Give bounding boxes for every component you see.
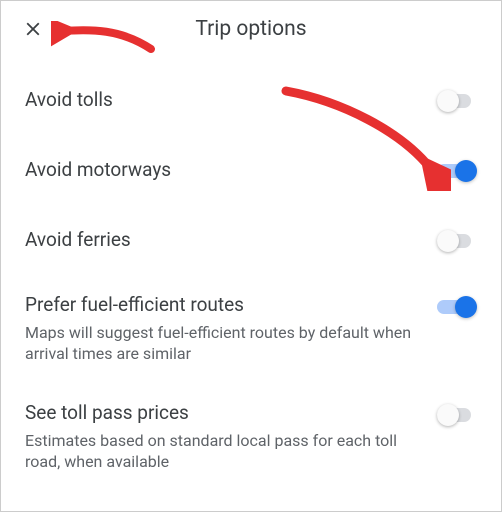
option-avoid-tolls[interactable]: Avoid tolls bbox=[1, 65, 501, 135]
option-text: Avoid tolls bbox=[25, 88, 437, 113]
switch-thumb bbox=[455, 296, 477, 318]
option-see-toll-pass-prices[interactable]: See toll pass prices Estimates based on … bbox=[1, 383, 501, 491]
switch-thumb bbox=[455, 160, 477, 182]
toggle-avoid-motorways[interactable] bbox=[437, 159, 477, 183]
option-prefer-fuel-efficient[interactable]: Prefer fuel-efficient routes Maps will s… bbox=[1, 275, 501, 383]
close-icon bbox=[22, 18, 44, 40]
option-label: Avoid tolls bbox=[25, 88, 413, 113]
option-text: Prefer fuel-efficient routes Maps will s… bbox=[25, 293, 437, 365]
option-description: Estimates based on standard local pass f… bbox=[25, 430, 413, 473]
header: Trip options bbox=[1, 1, 501, 57]
option-label: See toll pass prices bbox=[25, 401, 413, 426]
option-label: Avoid motorways bbox=[25, 158, 413, 183]
toggle-see-toll-pass-prices[interactable] bbox=[437, 403, 477, 427]
option-avoid-motorways[interactable]: Avoid motorways bbox=[1, 135, 501, 205]
option-text: Avoid ferries bbox=[25, 228, 437, 253]
option-text: Avoid motorways bbox=[25, 158, 437, 183]
close-button[interactable] bbox=[9, 5, 57, 53]
switch-thumb bbox=[437, 230, 459, 252]
toggle-avoid-tolls[interactable] bbox=[437, 89, 477, 113]
option-description: Maps will suggest fuel-efficient routes … bbox=[25, 322, 413, 365]
option-label: Avoid ferries bbox=[25, 228, 413, 253]
switch-thumb bbox=[437, 404, 459, 426]
page-title: Trip options bbox=[1, 17, 501, 41]
switch-thumb bbox=[437, 90, 459, 112]
options-list: Avoid tolls Avoid motorways Avoid ferrie… bbox=[1, 57, 501, 491]
option-label: Prefer fuel-efficient routes bbox=[25, 293, 413, 318]
toggle-prefer-fuel-efficient[interactable] bbox=[437, 295, 477, 319]
toggle-avoid-ferries[interactable] bbox=[437, 229, 477, 253]
option-text: See toll pass prices Estimates based on … bbox=[25, 401, 437, 473]
option-avoid-ferries[interactable]: Avoid ferries bbox=[1, 205, 501, 275]
